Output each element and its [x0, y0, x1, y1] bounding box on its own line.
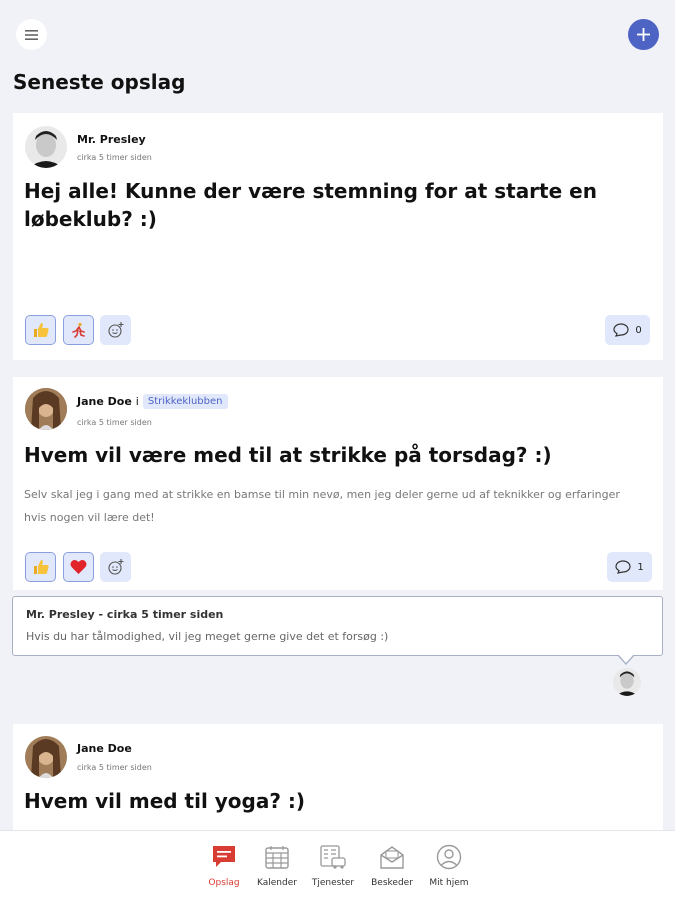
comments-button[interactable]: 0 — [605, 315, 650, 345]
posts-icon — [213, 846, 235, 867]
avatar[interactable] — [25, 388, 67, 430]
runner-icon — [71, 322, 85, 338]
comment-bubble-icon — [615, 560, 631, 574]
heart-icon — [70, 559, 87, 574]
post-time: cirka 5 timer siden — [77, 153, 152, 162]
thumbs-up-icon — [33, 323, 49, 337]
add-post-button[interactable] — [628, 19, 659, 50]
tab-label: Kalender — [257, 878, 297, 888]
post-time: cirka 5 timer siden — [77, 763, 152, 772]
comment-meta: Mr. Presley - cirka 5 timer siden — [26, 608, 224, 621]
plus-icon — [637, 28, 650, 41]
tab-label: Mit hjem — [429, 878, 469, 888]
avatar[interactable] — [25, 126, 67, 168]
page-title: Seneste opslag — [13, 70, 186, 94]
add-reaction-icon — [107, 559, 123, 575]
author-row: Mr. Presley — [77, 133, 146, 146]
hamburger-menu-icon — [25, 29, 38, 40]
post-body: Selv skal jeg i gang med at strikke en b… — [24, 488, 620, 524]
post-time: cirka 5 timer siden — [77, 418, 152, 427]
post-title: Hej alle! Kunne der være stemning for at… — [24, 179, 597, 231]
messages-icon — [380, 846, 404, 869]
tab-mit-hjem[interactable]: Mit hjem — [419, 843, 479, 888]
commenter-avatar[interactable] — [613, 668, 641, 696]
comment-bubble-icon — [613, 323, 629, 337]
avatar[interactable] — [25, 736, 67, 778]
services-icon — [320, 845, 346, 869]
comment-count: 1 — [637, 561, 644, 573]
tab-label: Opslag — [208, 878, 240, 888]
tab-label: Beskeder — [371, 878, 413, 888]
comments-button[interactable]: 1 — [607, 552, 652, 582]
add-reaction-icon — [107, 322, 123, 338]
tab-kalender[interactable]: Kalender — [247, 843, 307, 888]
tab-beskeder[interactable]: Beskeder — [362, 843, 422, 888]
menu-button[interactable] — [16, 19, 47, 50]
add-reaction-button[interactable] — [100, 552, 131, 582]
tab-label: Tjenester — [311, 878, 355, 888]
bottom-tab-bar: Opslag Kalender Tjenester Beskeder Mit h… — [0, 830, 675, 900]
author-name[interactable]: Jane Doe — [77, 742, 132, 755]
post-card[interactable]: Jane Doe i Strikkeklubben cirka 5 timer … — [13, 377, 663, 590]
top-bar — [0, 0, 675, 70]
comment-count: 0 — [635, 324, 642, 336]
post-title: Hvem vil med til yoga? :) — [24, 789, 306, 813]
runner-reaction-button[interactable] — [63, 315, 94, 345]
post-card[interactable]: Mr. Presley cirka 5 timer siden Hej alle… — [13, 113, 663, 360]
author-name[interactable]: Jane Doe — [77, 395, 132, 408]
add-reaction-button[interactable] — [100, 315, 131, 345]
thumbs-up-reaction-button[interactable] — [25, 552, 56, 582]
post-title: Hvem vil være med til at strikke på tors… — [24, 443, 552, 467]
post-card[interactable]: Jane Doe cirka 5 timer siden Hvem vil me… — [13, 724, 663, 830]
heart-reaction-button[interactable] — [63, 552, 94, 582]
comment-pointer-fill — [618, 654, 634, 663]
author-row: Jane Doe i Strikkeklubben — [77, 394, 228, 409]
comment-text: Hvis du har tålmodighed, vil jeg meget g… — [26, 630, 389, 643]
author-name[interactable]: Mr. Presley — [77, 133, 146, 146]
tab-opslag[interactable]: Opslag — [194, 843, 254, 888]
latest-comment[interactable]: Mr. Presley - cirka 5 timer siden Hvis d… — [12, 596, 663, 656]
thumbs-up-icon — [33, 560, 49, 574]
tab-tjenester[interactable]: Tjenester — [303, 843, 363, 888]
author-row: Jane Doe — [77, 742, 132, 755]
calendar-icon — [265, 846, 289, 869]
thumbs-up-reaction-button[interactable] — [25, 315, 56, 345]
group-tag[interactable]: Strikkeklubben — [142, 394, 228, 409]
profile-icon — [436, 844, 462, 870]
group-prefix: i — [135, 395, 139, 408]
